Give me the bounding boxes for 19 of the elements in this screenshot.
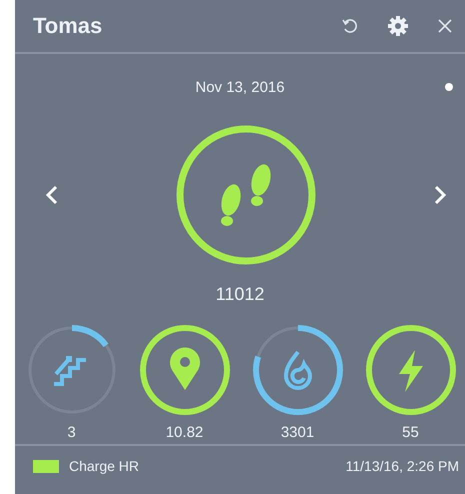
date-label: Nov 13, 2016 xyxy=(195,78,285,96)
footprints-icon xyxy=(221,164,271,226)
settings-icon[interactable] xyxy=(387,15,409,37)
location-pin-icon xyxy=(170,348,200,390)
flame-icon xyxy=(284,350,312,390)
user-name: Tomas xyxy=(33,13,102,39)
stairs-icon xyxy=(52,356,88,386)
sync-time: 11/13/16, 2:26 PM xyxy=(346,458,459,474)
refresh-icon[interactable] xyxy=(341,17,359,35)
steps-count: 11012 xyxy=(214,284,266,306)
metric-value: 3 xyxy=(67,424,76,441)
status-dot-icon xyxy=(445,83,453,91)
metric-value: 3301 xyxy=(280,424,314,441)
device-name: Charge HR xyxy=(69,458,140,474)
metric-value: 55 xyxy=(402,424,419,441)
close-icon[interactable] xyxy=(437,18,453,34)
metric-value: 10.82 xyxy=(166,424,204,441)
battery-icon xyxy=(33,460,59,472)
lightning-icon xyxy=(398,350,422,392)
